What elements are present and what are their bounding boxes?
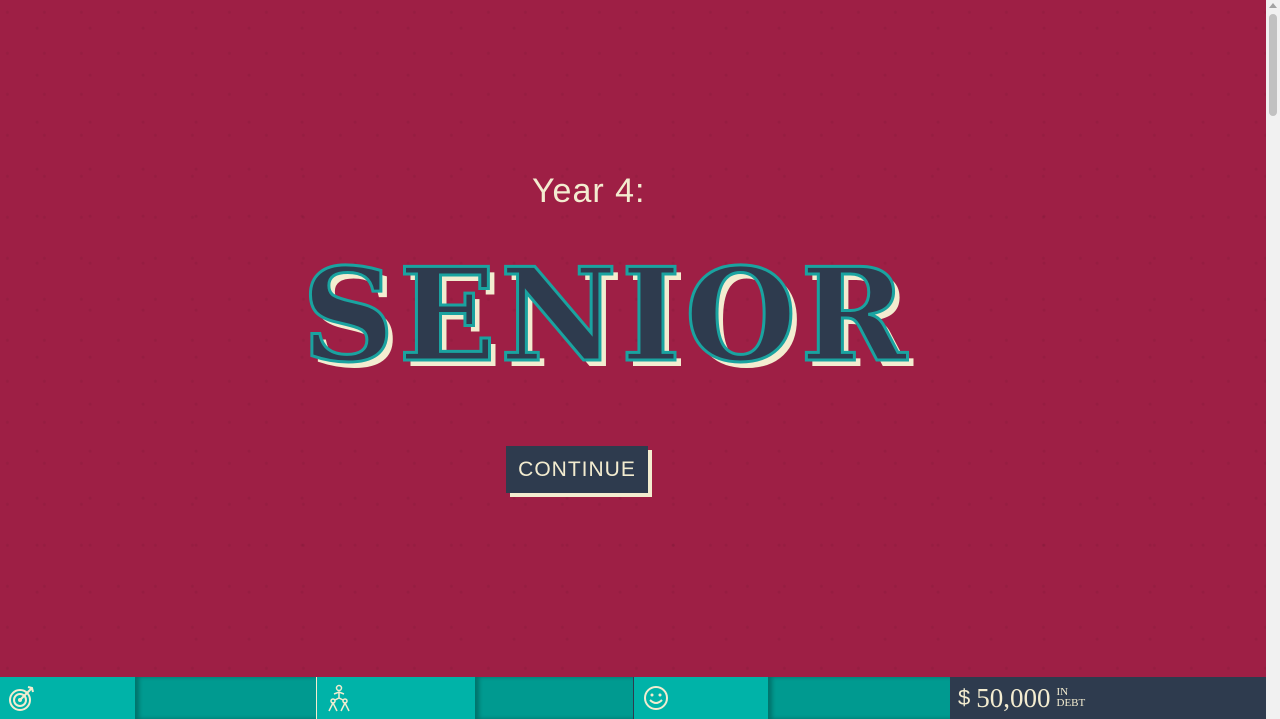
level-title: SENIOR SENIOR bbox=[296, 240, 913, 398]
debt-caption: IN DEBT bbox=[1057, 687, 1086, 709]
smiley-icon bbox=[644, 686, 668, 710]
happiness-tab[interactable] bbox=[633, 677, 768, 719]
title-text: SENIOR bbox=[302, 241, 911, 391]
debt-amount: 50,000 bbox=[976, 682, 1051, 713]
scroll-up-arrow[interactable] bbox=[1269, 3, 1277, 8]
social-meter bbox=[475, 677, 633, 719]
social-tab[interactable] bbox=[316, 677, 475, 719]
target-icon bbox=[9, 686, 34, 711]
scrollbar-thumb[interactable] bbox=[1269, 14, 1277, 116]
currency-symbol: $ bbox=[958, 685, 971, 710]
goals-tab[interactable] bbox=[0, 677, 135, 719]
level-title-graphic: SENIOR SENIOR bbox=[301, 240, 913, 398]
debt-display: $ 50,000 IN DEBT bbox=[950, 677, 1266, 719]
goals-meter bbox=[135, 677, 316, 719]
people-icon bbox=[328, 684, 350, 712]
game-screen: Year 4: SENIOR SENIOR CONTINUE bbox=[0, 0, 1266, 677]
status-bar: $ 50,000 IN DEBT bbox=[0, 677, 1266, 719]
debt-label: DEBT bbox=[1056, 697, 1086, 709]
scrollbar[interactable] bbox=[1266, 0, 1280, 719]
happiness-meter bbox=[768, 677, 950, 719]
year-label: Year 4: bbox=[532, 172, 646, 210]
continue-button[interactable]: CONTINUE bbox=[506, 446, 648, 493]
